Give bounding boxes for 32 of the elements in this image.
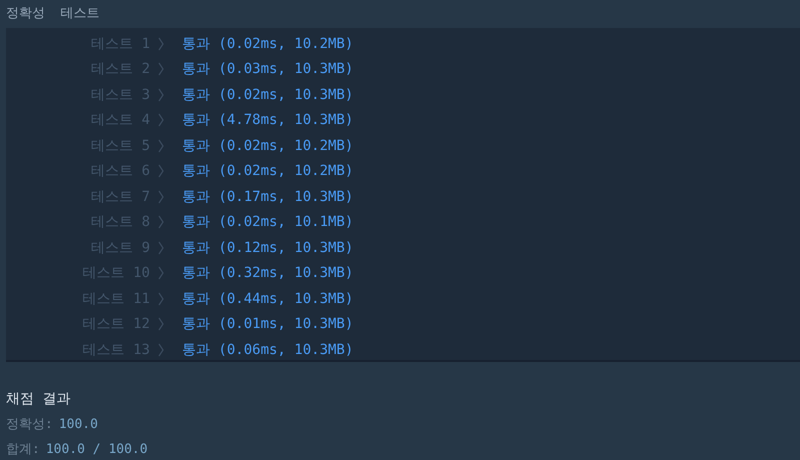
test-result: 통과 (0.02ms, 10.2MB)	[182, 136, 354, 155]
chevron-icon	[158, 266, 164, 280]
chevron-icon	[158, 164, 164, 178]
test-result: 통과 (0.01ms, 10.3MB)	[182, 315, 354, 334]
test-result: 통과 (0.44ms, 10.3MB)	[182, 290, 354, 308]
test-result: 통과 (0.06ms, 10.3MB)	[182, 340, 354, 359]
test-result: 통과 (0.02ms, 10.2MB)	[182, 162, 354, 180]
chevron-icon	[158, 292, 164, 306]
test-result: 통과 (0.17ms, 10.3MB)	[182, 188, 354, 206]
test-result: 통과 (0.02ms, 10.3MB)	[182, 86, 354, 104]
chevron-icon	[158, 215, 164, 230]
chevron-icon	[158, 36, 164, 51]
chevron-icon	[158, 342, 164, 357]
test-result: 통과 (0.02ms, 10.1MB)	[182, 213, 354, 232]
summary-title: 채점 결과	[6, 390, 72, 409]
test-result: 통과 (0.32ms, 10.3MB)	[182, 264, 354, 282]
test-result: 통과 (0.02ms, 10.2MB)	[182, 34, 354, 53]
summary-value: 100.0 / 100.0	[46, 442, 148, 457]
test-result: 통과 (0.12ms, 10.3MB)	[182, 238, 354, 257]
section-title: 정확성 테스트	[5, 5, 101, 23]
summary-label: 합계:	[6, 442, 40, 457]
chevron-icon	[158, 240, 164, 255]
test-result: 통과 (0.03ms, 10.3MB)	[182, 60, 354, 78]
chevron-icon	[158, 317, 164, 332]
chevron-icon	[158, 62, 164, 76]
chevron-icon	[158, 190, 164, 204]
test-result: 통과 (4.78ms, 10.3MB)	[182, 111, 354, 130]
summary-label: 정확성:	[6, 417, 53, 432]
chevron-icon	[158, 113, 164, 128]
summary-value: 100.0	[58, 417, 98, 432]
chevron-icon	[158, 138, 164, 153]
chevron-icon	[158, 88, 164, 102]
